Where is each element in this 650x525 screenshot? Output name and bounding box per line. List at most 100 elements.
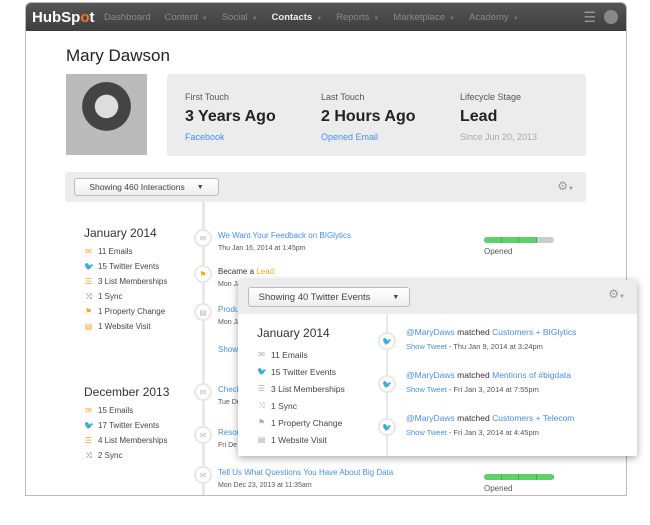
caret-down-icon: ▼ [392,293,400,301]
website-icon: ▤ [194,303,212,321]
summary-item[interactable]: ⚑ 1 Property Change [84,304,167,319]
show-tweet-link[interactable]: Show Tweet [406,342,447,351]
user-avatar-icon[interactable] [604,10,618,24]
summary-item[interactable]: ⤨ 1 Sync [84,289,167,304]
contact-photo [66,74,147,155]
event-title-link[interactable]: Show [218,345,238,354]
summary-item[interactable]: 🐦 15 Twitter Events [257,363,345,380]
twitter-handle-link[interactable]: @MaryDaws [406,370,455,380]
nav-label: Social [221,11,248,23]
summary-label: 15 Twitter Events [98,262,160,271]
twitter-icon: 🐦 [378,375,396,393]
flag-icon: ⚑ [194,265,212,283]
twitter-icon: 🐦 [257,367,267,376]
nav-label: Reports [336,11,370,23]
stat-value: 2 Hours Ago [321,108,416,125]
email-icon: ✉ [194,229,212,247]
stream-link[interactable]: Mentions of #bigdata [492,370,571,380]
matched-text: matched [454,370,493,380]
settings-gear-icon[interactable]: ⚙▼ [557,179,574,193]
summary-item[interactable]: 🐦 15 Twitter Events [84,259,167,274]
stat-value: 3 Years Ago [185,108,276,125]
interactions-filter-dropdown[interactable]: Showing 460 Interactions ▼ [74,178,219,196]
stat-link[interactable]: Facebook [185,132,276,142]
contact-name: Mary Dawson [66,46,170,65]
stat-value: Lead [460,108,498,125]
list-icon: ☰ [84,277,93,286]
event-text: Became a [218,267,257,276]
event-title-link[interactable]: Tell Us What Questions You Have About Bi… [218,468,393,477]
nav-label: Dashboard [104,11,151,23]
tweet-date: - Fri Jan 3, 2014 at 4:45pm [446,428,539,437]
stream-link[interactable]: Customers + BIGlytics [492,327,576,337]
summary-item[interactable]: 🐦 17 Twitter Events [84,418,169,433]
nav-item-marketplace[interactable]: Marketplace ▼ [393,12,455,23]
dropdown-label: Showing 40 Twitter Events [258,291,371,303]
summary-item[interactable]: ✉ 15 Emails [84,403,169,418]
timeline-event: Tell Us What Questions You Have About Bi… [218,468,393,489]
caret-down-icon: ▼ [512,15,519,22]
event-date: Mon Dec 23, 2013 at 11:35am [218,482,312,489]
summary-item[interactable]: ✉ 11 Emails [84,244,167,259]
website-icon: ▤ [257,435,266,444]
twitter-icon: 🐦 [84,421,94,430]
list-icon: ☰ [257,384,266,393]
stream-link[interactable]: Customers + Telecom [492,413,574,423]
hubspot-logo[interactable]: HubSpot [32,9,104,26]
nav-item-reports[interactable]: Reports ▼ [336,12,379,23]
summary-item[interactable]: ⚑ 1 Property Change [257,414,345,431]
nav-item-social[interactable]: Social ▼ [222,12,258,23]
summary-item[interactable]: ▤ 1 Website Visit [257,431,345,448]
summary-label: 4 List Memberships [98,436,168,445]
menu-icon[interactable]: ☰ [583,9,596,26]
caret-down-icon: ▼ [196,183,204,191]
stat-link[interactable]: Opened Email [321,132,416,142]
email-icon: ✉ [194,383,212,401]
tweet-date: - Thu Jan 9, 2014 at 3:24pm [446,342,543,351]
matched-text: matched [454,327,493,337]
stat-lifecycle: Lifecycle Stage Lead Since Jun 20, 2013 [460,92,537,142]
email-icon: ✉ [85,247,92,256]
month-title: January 2014 [257,326,330,340]
summary-label: 3 List Memberships [98,277,168,286]
nav-label: Marketplace [393,11,446,23]
nav-label: Content [164,11,198,23]
summary-item[interactable]: ☰ 4 List Memberships [84,433,169,448]
top-nav: HubSpot Dashboard Content ▼ Social ▼ Contacts… [26,3,626,31]
summary-item[interactable]: ▤ 1 Website Visit [84,319,167,334]
summary-label: 11 Emails [271,349,308,360]
summary-item[interactable]: ⤨ 1 Sync [257,397,345,414]
dropdown-label: Showing 460 Interactions [89,182,185,192]
settings-gear-icon[interactable]: ⚙▼ [608,287,625,301]
status-label: Opened [484,484,513,493]
show-tweet-link[interactable]: Show Tweet [406,428,447,437]
nav-item-content[interactable]: Content ▼ [164,12,207,23]
email-icon: ✉ [194,426,212,444]
summary-label: 11 Emails [98,247,133,256]
month-title: December 2013 [84,385,170,399]
summary-item[interactable]: ☰ 3 List Memberships [257,380,345,397]
tweet-event: @MaryDaws matched Customers + Telecom Sh… [406,413,574,437]
flag-icon: ⚑ [84,307,93,316]
twitter-icon: 🐦 [378,418,396,436]
nav-item-dashboard[interactable]: Dashboard [104,12,150,23]
nav-item-contacts[interactable]: Contacts ▼ [272,12,323,23]
nav-item-academy[interactable]: Academy ▼ [469,12,519,23]
summary-item[interactable]: ✉ 11 Emails [257,346,345,363]
twitter-handle-link[interactable]: @MaryDaws [406,413,455,423]
twitter-handle-link[interactable]: @MaryDaws [406,327,455,337]
twitter-filter-dropdown[interactable]: Showing 40 Twitter Events ▼ [248,287,410,307]
summary-item[interactable]: ⤨ 2 Sync [84,448,169,463]
twitter-icon: 🐦 [84,262,94,271]
caret-down-icon: ▼ [373,15,380,22]
open-progress-bar [484,237,554,243]
open-progress-bar [484,474,554,480]
email-icon: ✉ [258,350,265,359]
summary-label: 17 Twitter Events [98,421,160,430]
stat-label: Last Touch [321,92,365,102]
event-title-link[interactable]: Produ [218,305,239,314]
summary-item[interactable]: ☰ 3 List Memberships [84,274,167,289]
event-title-link[interactable]: We Want Your Feedback on BIGlytics [218,231,351,240]
show-tweet-link[interactable]: Show Tweet [406,385,447,394]
event-link[interactable]: Lead [256,267,274,276]
